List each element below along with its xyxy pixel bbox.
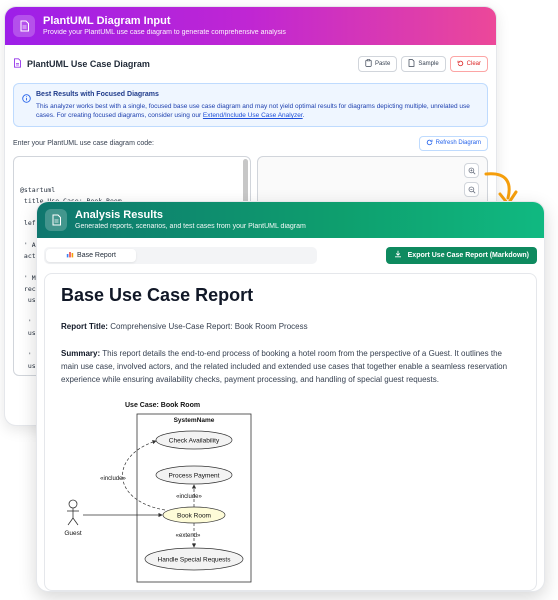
section-title: PlantUML Use Case Diagram xyxy=(13,58,150,70)
input-card-subtitle: Provide your PlantUML use case diagram t… xyxy=(43,28,286,36)
refresh-icon xyxy=(426,139,433,148)
results-tabs: Base Report xyxy=(44,246,317,264)
input-card-header: PlantUML Diagram Input Provide your Plan… xyxy=(5,7,496,45)
download-icon xyxy=(394,250,402,260)
uc-process-payment-label: Process Payment xyxy=(169,473,220,480)
uc-special-requests-label: Handle Special Requests xyxy=(158,557,232,564)
clear-button[interactable]: Clear xyxy=(449,56,488,72)
zoom-in-icon xyxy=(468,162,476,180)
sample-button[interactable]: Sample xyxy=(401,56,446,72)
code-line: @startuml xyxy=(20,186,56,194)
results-card-subtitle: Generated reports, scenarios, and test c… xyxy=(75,222,306,230)
info-text: This analyzer works best with a single, … xyxy=(36,102,479,120)
actor-label: Guest xyxy=(64,530,82,537)
include-label-payment: «include» xyxy=(176,494,202,500)
info-icon xyxy=(22,90,31,120)
paste-button[interactable]: Paste xyxy=(357,56,398,72)
info-title: Best Results with Focused Diagrams xyxy=(36,91,159,98)
document-icon xyxy=(45,209,67,231)
export-report-button[interactable]: Export Use Case Report (Markdown) xyxy=(385,246,537,264)
file-code-icon xyxy=(13,58,22,70)
use-case-diagram-svg: Use Case: Book Room SystemName Guest Che… xyxy=(64,402,252,583)
tab-base-report-label: Base Report xyxy=(77,251,116,259)
include-label-check: «include» xyxy=(100,476,126,482)
tab-base-report[interactable]: Base Report xyxy=(46,248,136,262)
extend-label: «extend» xyxy=(176,533,201,539)
results-card-header: Analysis Results Generated reports, scen… xyxy=(37,202,544,238)
clipboard-icon xyxy=(365,59,372,69)
uc-book-room-label: Book Room xyxy=(177,513,211,520)
file-icon xyxy=(408,59,415,69)
code-prompt-label: Enter your PlantUML use case diagram cod… xyxy=(13,139,154,147)
analysis-results-card: Analysis Results Generated reports, scen… xyxy=(36,201,545,592)
section-title-label: PlantUML Use Case Diagram xyxy=(27,59,150,69)
reset-icon xyxy=(457,60,464,69)
diagram-title: Use Case: Book Room xyxy=(125,402,200,409)
report-heading: Base Use Case Report xyxy=(61,285,254,305)
report-title-line: Report Title: Comprehensive Use-Case Rep… xyxy=(61,320,520,333)
sample-label: Sample xyxy=(418,61,439,67)
extend-include-analyzer-link[interactable]: Extend/Include Use Case Analyzer xyxy=(203,112,303,119)
summary-text: This report details the end-to-end proce… xyxy=(61,349,508,384)
input-card-title: PlantUML Diagram Input xyxy=(43,14,171,27)
guest-actor-icon xyxy=(67,499,79,526)
report-title-label: Report Title: xyxy=(61,322,108,331)
bar-chart-icon xyxy=(66,250,74,260)
refresh-diagram-button[interactable]: Refresh Diagram xyxy=(418,135,488,151)
report-title-value: Comprehensive Use-Case Report: Book Room… xyxy=(110,322,308,331)
zoom-in-button[interactable] xyxy=(464,163,479,178)
document-icon xyxy=(13,15,35,37)
clear-label: Clear xyxy=(466,61,481,67)
summary-label: Summary: xyxy=(61,349,101,358)
zoom-out-icon xyxy=(468,181,476,199)
report-summary: Summary: This report details the end-to-… xyxy=(61,347,520,386)
refresh-label: Refresh Diagram xyxy=(435,140,481,146)
base-report-panel: Base Use Case Report Report Title: Compr… xyxy=(44,273,537,591)
info-end: . xyxy=(302,112,305,119)
results-card-title: Analysis Results xyxy=(75,208,164,221)
paste-label: Paste xyxy=(374,61,391,67)
uc-check-availability-label: Check Availability xyxy=(169,438,220,445)
export-report-label: Export Use Case Report (Markdown) xyxy=(407,251,529,259)
zoom-out-button[interactable] xyxy=(464,182,479,197)
info-callout: Best Results with Focused Diagrams This … xyxy=(13,83,488,127)
system-name: SystemName xyxy=(174,417,215,424)
use-case-diagram: Use Case: Book Room SystemName Guest Che… xyxy=(61,396,281,586)
